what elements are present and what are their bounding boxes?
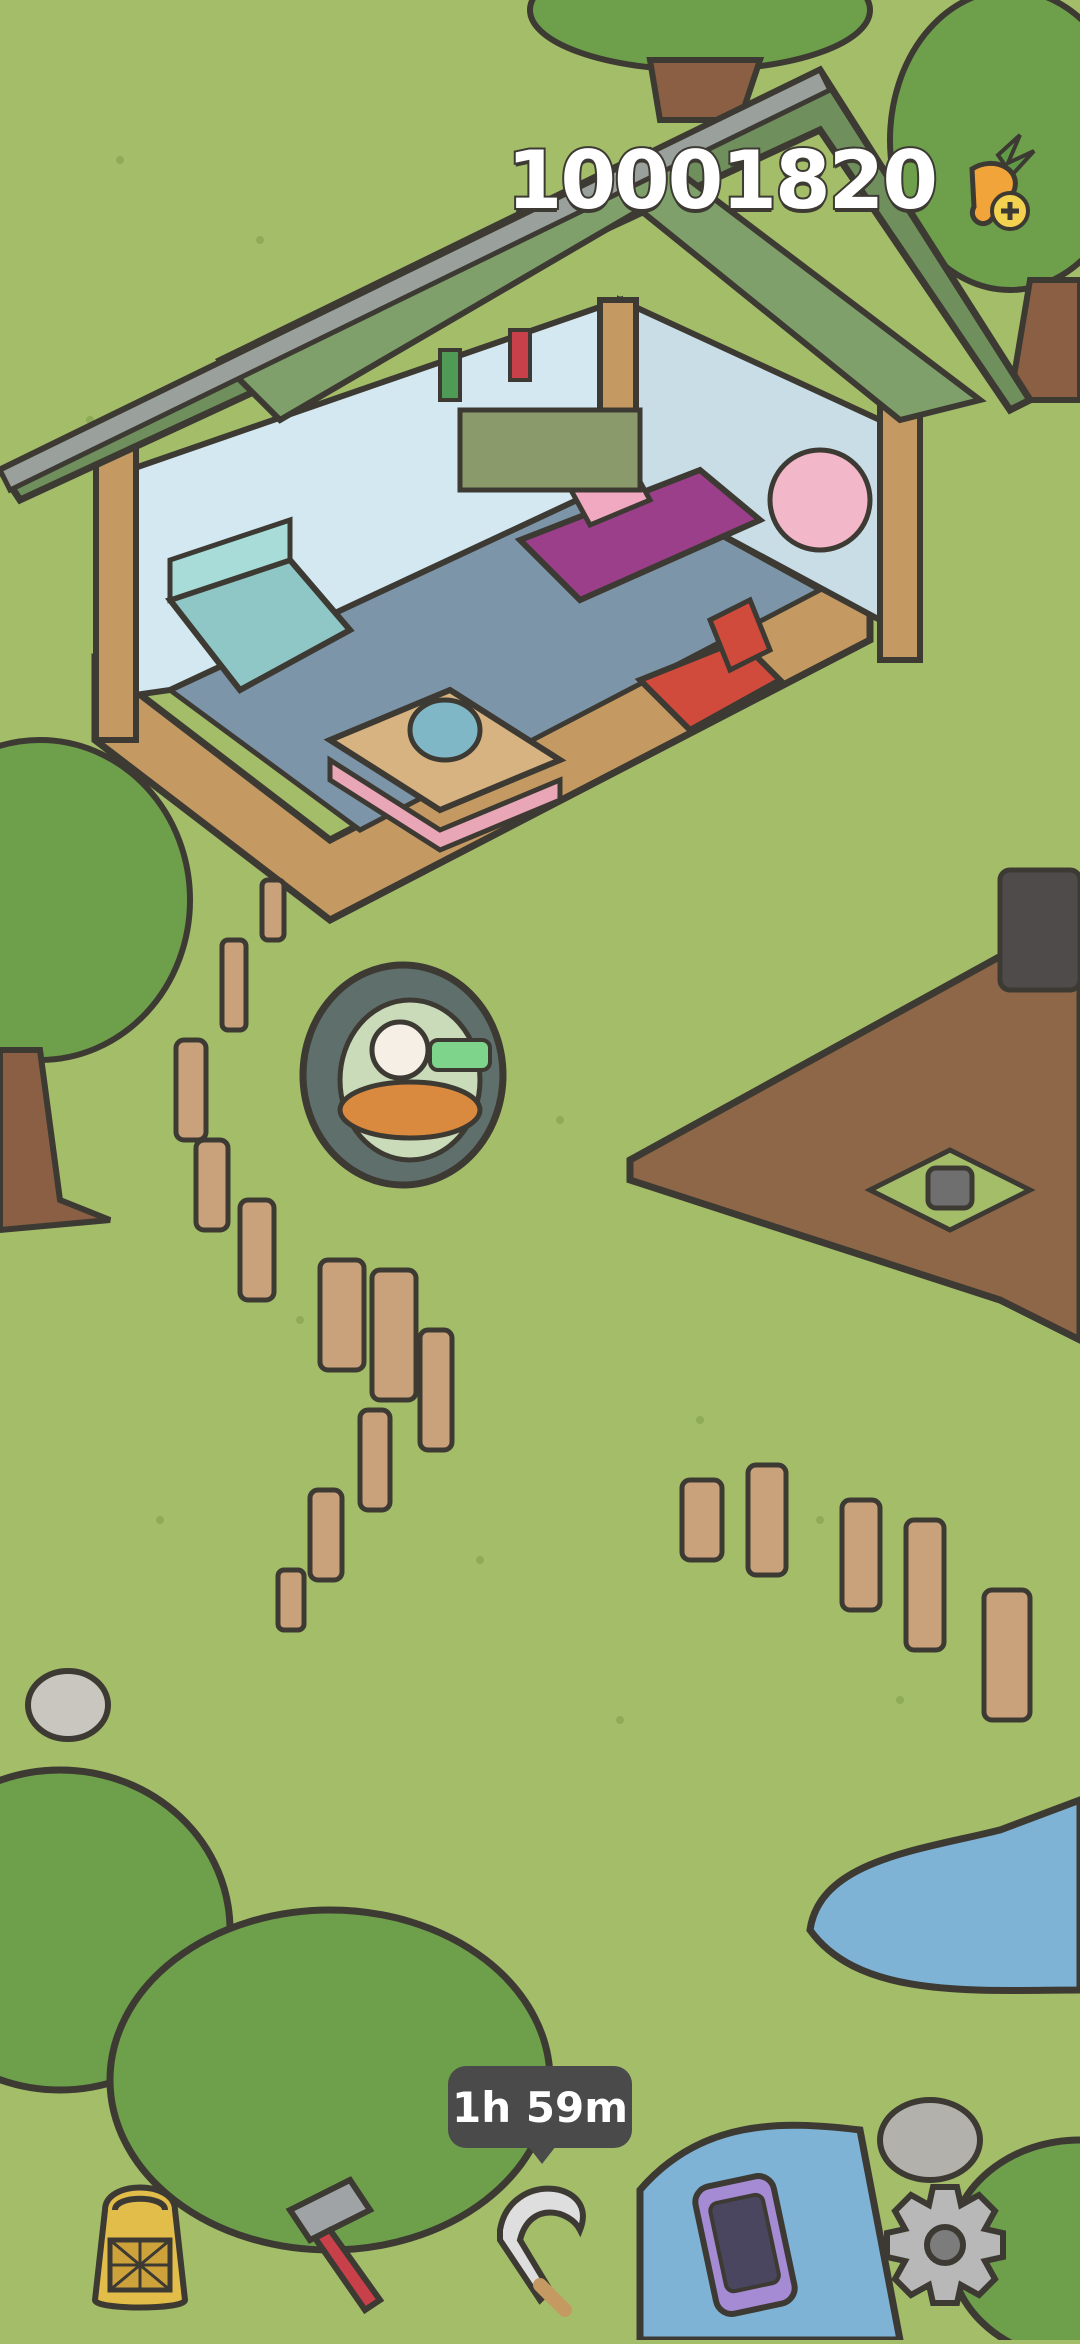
backpack-icon[interactable]: [70, 2170, 210, 2320]
bottom-toolbar: [0, 2160, 1080, 2340]
hammer-icon[interactable]: [270, 2170, 410, 2320]
phone-icon[interactable]: [670, 2170, 810, 2320]
carrot-count: 10001820: [505, 132, 940, 229]
sickle-icon[interactable]: [470, 2170, 610, 2320]
carrot-plus-icon[interactable]: [950, 125, 1040, 235]
fence-right: [679, 1462, 1033, 1723]
gear-icon[interactable]: [875, 2170, 1015, 2320]
farm-plot[interactable]: [620, 920, 1080, 1360]
house-room[interactable]: [80, 300, 960, 920]
craft-timer-bubble: 1h 59m: [448, 2066, 632, 2164]
rock: [25, 1668, 111, 1742]
bunny-egg-chair[interactable]: [300, 960, 510, 1190]
carrot-counter: 10001820: [505, 120, 1040, 240]
